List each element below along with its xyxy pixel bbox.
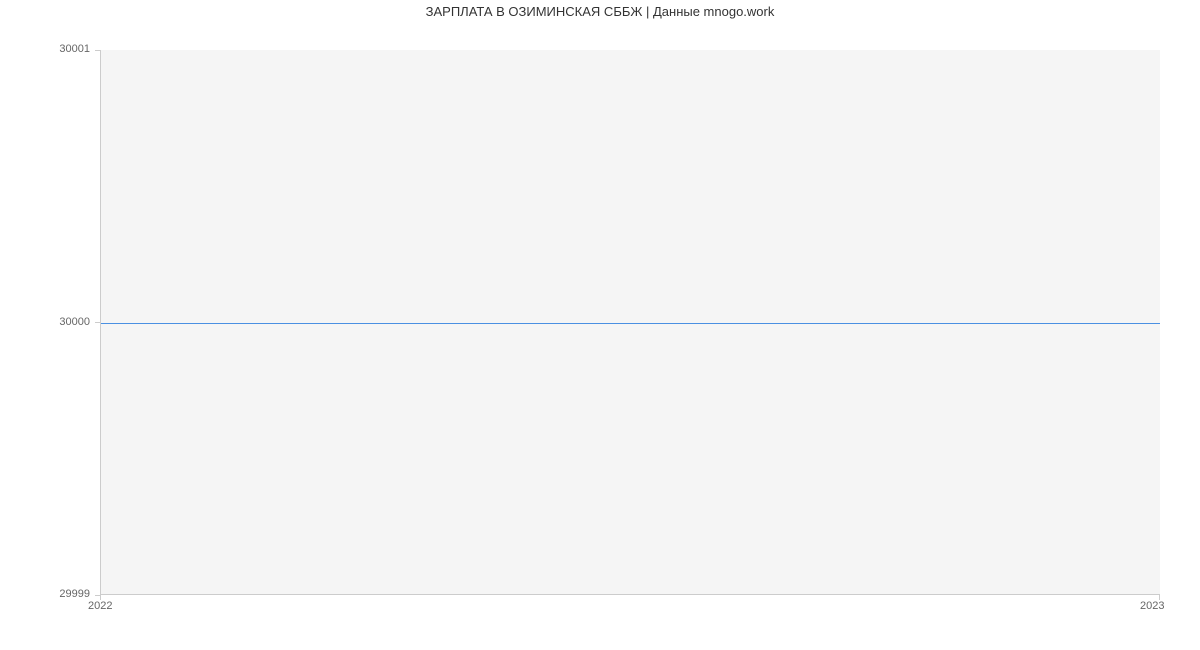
- x-tick-label: 2023: [1140, 600, 1164, 612]
- chart-title: ЗАРПЛАТА В ОЗИМИНСКАЯ СББЖ | Данные mnog…: [0, 4, 1200, 19]
- data-series-line: [101, 323, 1160, 324]
- y-tick-label: 30001: [0, 43, 90, 55]
- y-tick-label: 29999: [0, 588, 90, 600]
- line-chart: ЗАРПЛАТА В ОЗИМИНСКАЯ СББЖ | Данные mnog…: [0, 0, 1200, 650]
- plot-area: [100, 50, 1160, 595]
- y-tick-label: 30000: [0, 316, 90, 328]
- x-tick-label: 2022: [88, 600, 112, 612]
